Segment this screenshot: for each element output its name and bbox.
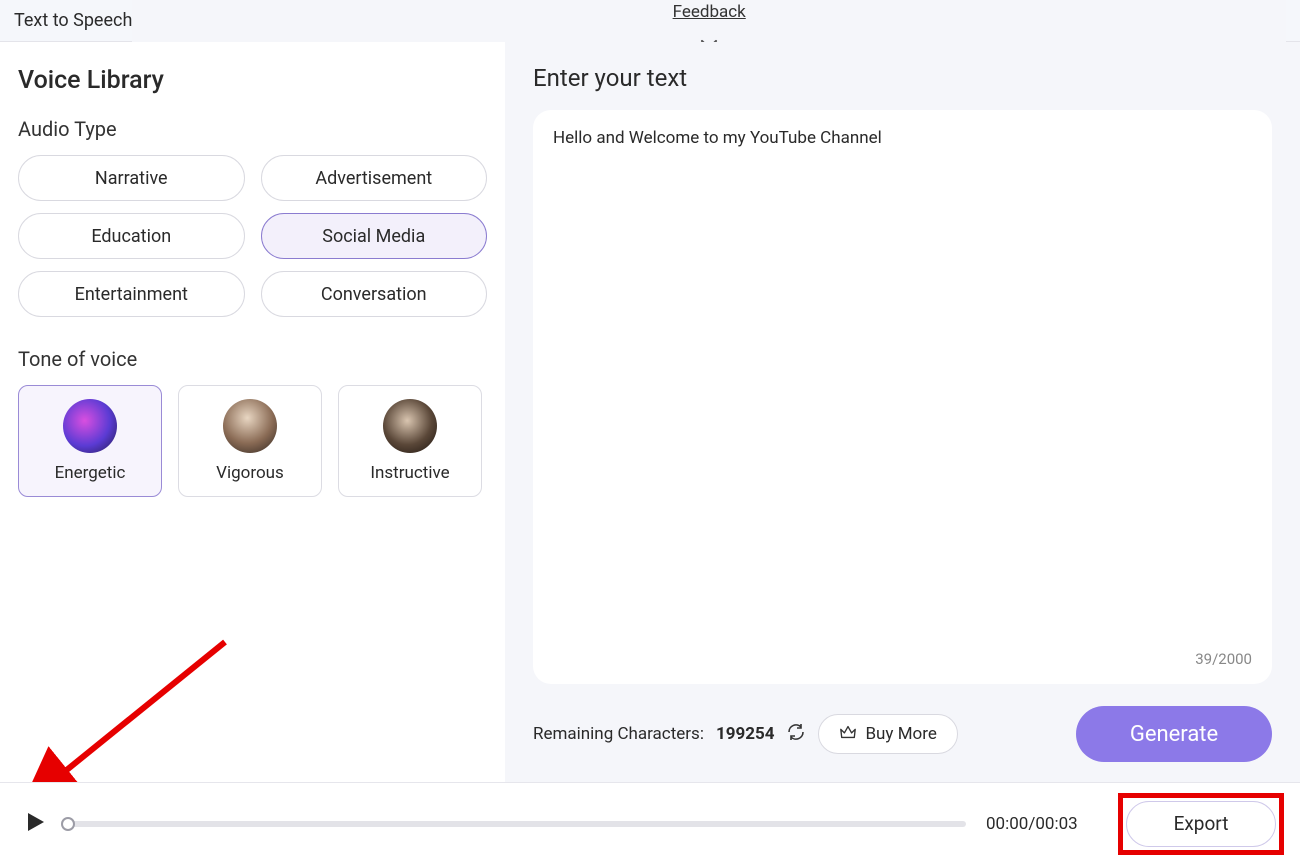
audio-type-education[interactable]: Education bbox=[18, 213, 245, 259]
tone-card-vigorous[interactable]: Vigorous bbox=[178, 385, 322, 497]
audio-type-narrative[interactable]: Narrative bbox=[18, 155, 245, 201]
export-button[interactable]: Export bbox=[1126, 801, 1276, 847]
buy-more-button[interactable]: Buy More bbox=[818, 714, 957, 754]
avatar-icon bbox=[223, 399, 277, 453]
audio-type-heading: Audio Type bbox=[18, 117, 487, 141]
window-title: Text to Speech bbox=[14, 10, 132, 31]
char-counter: 39/2000 bbox=[1195, 650, 1252, 668]
avatar-icon bbox=[63, 399, 117, 453]
progress-knob[interactable] bbox=[61, 817, 75, 831]
main-area: Voice Library Audio Type Narrative Adver… bbox=[0, 42, 1300, 782]
remaining-value: 199254 bbox=[716, 724, 775, 744]
tone-card-instructive[interactable]: Instructive bbox=[338, 385, 482, 497]
export-container: Export bbox=[1126, 801, 1276, 847]
controls-left: Remaining Characters: 199254 Buy More bbox=[533, 714, 958, 754]
tone-card-energetic[interactable]: Energetic bbox=[18, 385, 162, 497]
text-content: Hello and Welcome to my YouTube Channel bbox=[553, 128, 1252, 148]
text-input[interactable]: Hello and Welcome to my YouTube Channel … bbox=[533, 110, 1272, 684]
tone-row: Energetic Vigorous Instructive bbox=[18, 385, 487, 497]
titlebar: Text to Speech Feedback bbox=[0, 0, 1300, 42]
audio-type-grid: Narrative Advertisement Education Social… bbox=[18, 155, 487, 317]
tone-label: Energetic bbox=[55, 463, 126, 483]
audio-type-entertainment[interactable]: Entertainment bbox=[18, 271, 245, 317]
time-label: 00:00/00:03 bbox=[986, 814, 1106, 834]
crown-icon bbox=[839, 723, 857, 746]
right-panel: Enter your text Hello and Welcome to my … bbox=[505, 42, 1300, 782]
generate-button[interactable]: Generate bbox=[1076, 706, 1272, 762]
avatar-icon bbox=[383, 399, 437, 453]
left-panel: Voice Library Audio Type Narrative Adver… bbox=[0, 42, 505, 782]
progress-bar[interactable] bbox=[68, 821, 966, 827]
audio-type-advertisement[interactable]: Advertisement bbox=[261, 155, 488, 201]
voice-library-heading: Voice Library bbox=[18, 66, 487, 95]
audio-type-social-media[interactable]: Social Media bbox=[261, 213, 488, 259]
buy-more-label: Buy More bbox=[865, 724, 936, 744]
refresh-icon[interactable] bbox=[786, 722, 806, 747]
playbar: 00:00/00:03 Export bbox=[0, 782, 1300, 864]
remaining-label: Remaining Characters: bbox=[533, 724, 704, 744]
tone-label: Instructive bbox=[370, 463, 449, 483]
enter-text-heading: Enter your text bbox=[533, 64, 1272, 92]
play-icon[interactable] bbox=[24, 810, 48, 838]
audio-type-conversation[interactable]: Conversation bbox=[261, 271, 488, 317]
tone-heading: Tone of voice bbox=[18, 347, 487, 371]
controls-row: Remaining Characters: 199254 Buy More Ge… bbox=[533, 684, 1272, 782]
tone-label: Vigorous bbox=[216, 463, 284, 483]
feedback-link[interactable]: Feedback bbox=[673, 2, 746, 22]
